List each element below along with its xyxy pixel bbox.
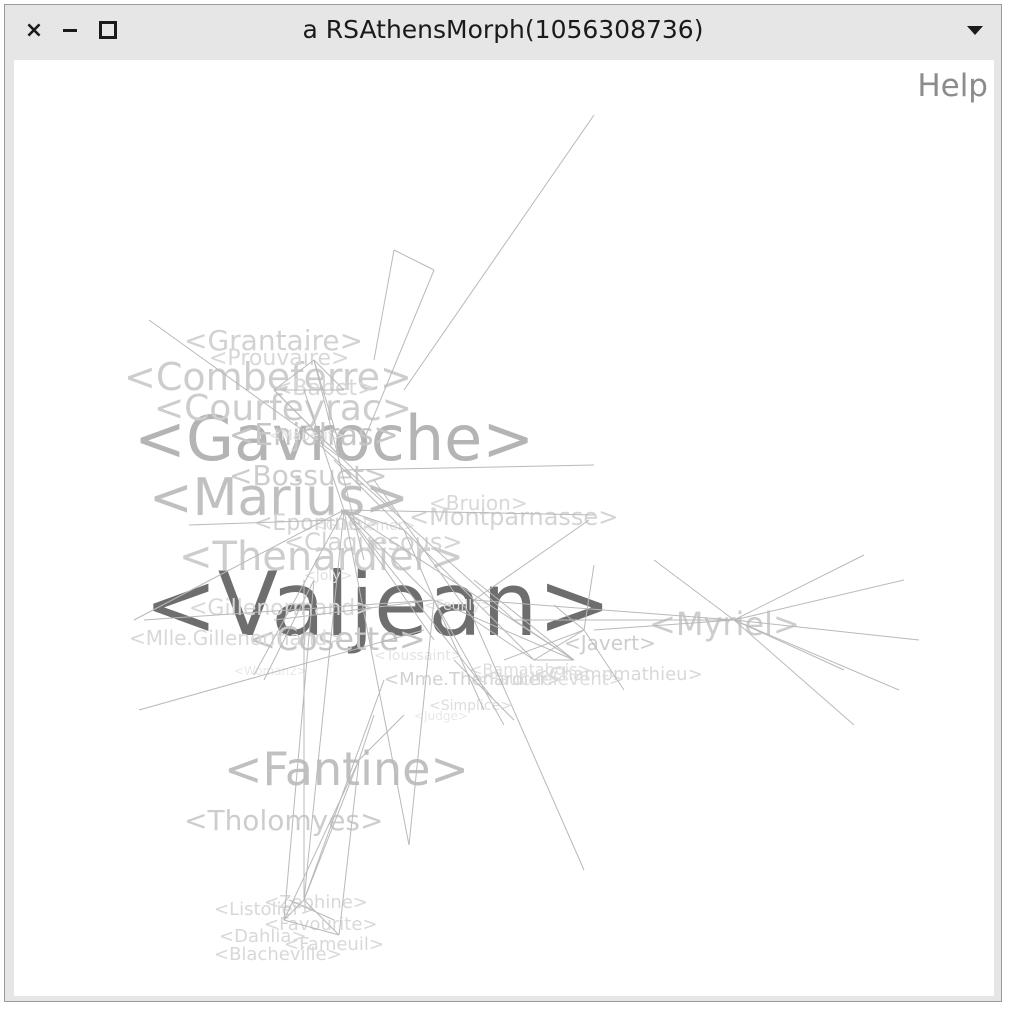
graph-edge [393, 249, 435, 271]
node-label[interactable]: <Fameuil> [284, 934, 384, 955]
node-label[interactable]: <Mlle.Gillenormand> [129, 626, 344, 650]
help-button[interactable]: Help [917, 68, 988, 104]
node-label[interactable]: <Javert> [564, 631, 656, 655]
window-title: a RSAthensMorph(1056308736) [302, 15, 704, 44]
node-label[interactable]: <Toussaint> [374, 648, 463, 664]
node-label[interactable]: <Brujon> [429, 491, 528, 515]
node-label[interactable]: <Gillenormand> [189, 596, 374, 621]
graph-edge [733, 579, 905, 621]
close-icon[interactable]: × [21, 17, 47, 43]
graph-edge [373, 249, 395, 361]
node-label[interactable]: <Zephine> [264, 892, 368, 913]
node-labels: <Valjean><Gavroche><Marius><Fantine><The… [124, 324, 800, 965]
graph-canvas[interactable]: <Valjean><Gavroche><Marius><Fantine><The… [14, 60, 994, 996]
dropdown-menu-icon[interactable] [967, 26, 983, 35]
minimize-icon[interactable] [57, 17, 83, 43]
maximize-icon[interactable] [95, 17, 121, 43]
node-label[interactable]: <Bamatabois> [469, 660, 591, 679]
graph-edge [403, 114, 595, 391]
network-graph[interactable]: <Valjean><Gavroche><Marius><Fantine><The… [14, 60, 994, 996]
node-label[interactable]: <Prouvaire> [209, 346, 349, 371]
app-window: × a RSAthensMorph(1056308736) <Valjean> <… [4, 4, 1002, 1002]
graph-edge [733, 619, 900, 691]
window-titlebar[interactable]: × a RSAthensMorph(1056308736) [5, 5, 1001, 59]
node-label[interactable]: <Bossuet> [229, 459, 387, 492]
